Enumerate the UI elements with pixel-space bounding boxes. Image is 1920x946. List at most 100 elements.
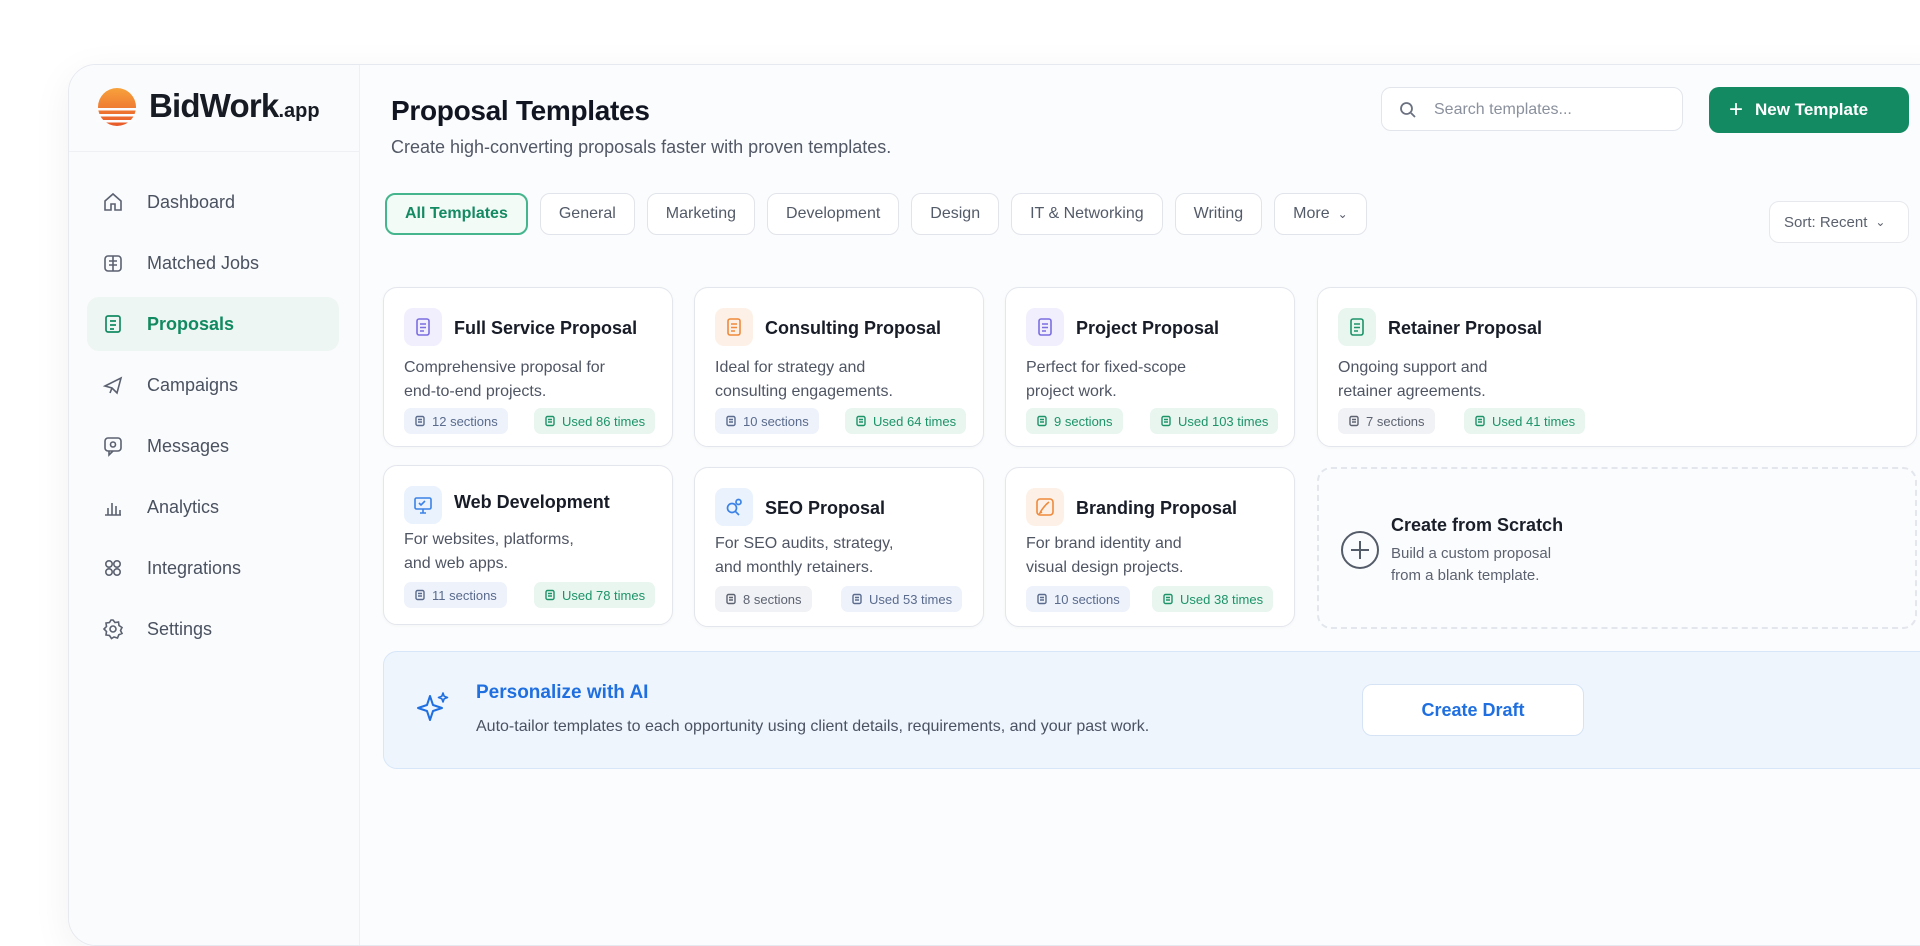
layers-icon [726,415,736,427]
template-description: For SEO audits, strategy, and monthly ret… [715,535,894,576]
brand[interactable]: BidWork.app [69,65,359,152]
usage-badge: Used 41 times [1464,408,1586,434]
filter-chip-more[interactable]: More ⌄ [1274,193,1367,235]
sidebar-item-integrations[interactable]: Integrations [87,541,339,595]
sidebar-item-campaigns[interactable]: Campaigns [87,358,339,412]
template-card[interactable]: Branding Proposal For brand identity and… [1005,467,1295,627]
template-card[interactable]: Full Service Proposal Comprehensive prop… [383,287,673,447]
sort-label: Sort: Recent [1784,213,1868,231]
bar-chart-icon [105,503,121,516]
usage-badge: Used 64 times [845,408,967,434]
sidebar-item-messages[interactable]: Messages [87,419,339,473]
sidebar-item-settings[interactable]: Settings [87,602,339,656]
plus-icon: + [1729,96,1744,123]
more-label: More [1293,205,1330,222]
template-title: SEO Proposal [765,498,886,518]
chat-icon [104,437,122,457]
sidebar-item-dashboard[interactable]: Dashboard [87,175,339,229]
chevron-down-icon: ⌄ [1875,215,1886,229]
filter-chip-general[interactable]: General [539,193,635,235]
sections-badge: 8 sections [715,586,812,612]
filter-chip-design[interactable]: Design [911,193,1000,235]
template-description: Ongoing support and retainer agreements. [1338,359,1488,400]
new-template-label: New Template [1755,100,1869,119]
layers-icon [726,593,736,605]
home-icon [104,192,122,211]
sidebar-nav: Dashboard Matched Jobs Proposals Campaig… [87,175,339,663]
stack-icon [852,593,862,605]
template-card[interactable]: SEO Proposal For SEO audits, strategy, an… [694,467,984,627]
ai-banner-title: Personalize with AI [476,682,649,703]
sections-badge: 12 sections [404,408,508,434]
sidebar-item-label: Messages [147,435,230,456]
document-icon [715,308,753,346]
megaphone-icon [102,376,123,395]
filter-chip-marketing[interactable]: Marketing [646,193,756,235]
layers-icon [415,415,425,427]
chevron-down-icon: ⌄ [1337,207,1348,221]
sidebar-item-label: Dashboard [147,191,236,212]
sidebar-item-matched-jobs[interactable]: Matched Jobs [87,236,339,290]
stack-icon [1475,415,1485,427]
template-title: Consulting Proposal [765,318,942,338]
scratch-title: Create from Scratch [1391,515,1564,535]
sidebar-item-label: Settings [147,618,213,639]
template-title: Retainer Proposal [1388,318,1543,338]
stack-icon [856,415,866,427]
template-description: Ideal for strategy and consulting engagem… [715,359,893,400]
template-card[interactable]: Project Proposal Perfect for fixed-scope… [1005,287,1295,447]
ai-banner: Personalize with AI Auto-tailor template… [383,651,1920,769]
usage-badge: Used 38 times [1152,586,1274,612]
filter-chip-development[interactable]: Development [767,193,900,235]
search-icon [1400,102,1416,118]
brush-icon [1026,488,1064,526]
sidebar-item-analytics[interactable]: Analytics [87,480,339,534]
scratch-description: Build a custom proposal from a blank temp… [1391,545,1552,584]
usage-badge: Used 53 times [841,586,963,612]
filter-chips: All Templates General Marketing Developm… [385,193,1367,235]
template-description: Perfect for fixed-scope project work. [1026,359,1187,400]
sparkle-icon [417,692,449,721]
sort-dropdown[interactable]: Sort: Recent ⌄ [1769,201,1909,243]
brand-name: BidWork.app [149,87,320,124]
search-box [1381,87,1683,132]
template-title: Web Development [454,492,610,512]
document-icon [1026,308,1064,346]
create-from-scratch-card[interactable]: Create from Scratch Build a custom propo… [1317,467,1917,629]
layers-icon [1037,415,1047,427]
monitor-icon [404,486,442,524]
briefcase-icon [104,255,122,272]
gear-icon [102,619,124,640]
page-title: Proposal Templates [391,95,650,126]
template-description: For websites, platforms, and web apps. [404,531,574,572]
create-draft-button[interactable]: Create Draft [1362,684,1584,736]
template-description: For brand identity and visual design proj… [1026,535,1184,576]
sections-badge: 7 sections [1338,408,1435,434]
filter-chip-it-networking[interactable]: IT & Networking [1011,193,1163,235]
main-content: Proposal Templates Create high-convertin… [359,65,1920,945]
sidebar: BidWork.app Dashboard Matched Jobs Propo… [69,65,360,945]
layers-icon [1349,415,1359,427]
template-title: Project Proposal [1076,318,1220,338]
sidebar-item-label: Analytics [147,496,220,517]
plus-circle-icon [1341,531,1379,569]
sidebar-item-proposals[interactable]: Proposals [87,297,339,351]
filter-chip-all-templates[interactable]: All Templates [385,193,528,235]
template-card[interactable]: Web Development For websites, platforms,… [383,465,673,625]
document-icon [105,315,121,333]
usage-badge: Used 78 times [534,582,656,608]
sidebar-item-label: Integrations [147,557,242,578]
new-template-button[interactable]: + New Template [1709,87,1909,133]
usage-badge: Used 103 times [1150,408,1279,434]
filter-chip-writing[interactable]: Writing [1174,193,1263,235]
stack-icon [1163,593,1173,605]
page-subtitle: Create high-converting proposals faster … [391,137,892,157]
template-card[interactable]: Consulting Proposal Ideal for strategy a… [694,287,984,447]
app-window: BidWork.app Dashboard Matched Jobs Propo… [68,64,1920,946]
template-card[interactable]: Retainer Proposal Ongoing support and ret… [1317,287,1917,447]
layers-icon [415,589,425,601]
search-input[interactable] [1432,88,1676,132]
grid-icon [105,560,122,577]
sidebar-item-label: Campaigns [147,374,239,395]
sections-badge: 10 sections [1026,586,1130,612]
